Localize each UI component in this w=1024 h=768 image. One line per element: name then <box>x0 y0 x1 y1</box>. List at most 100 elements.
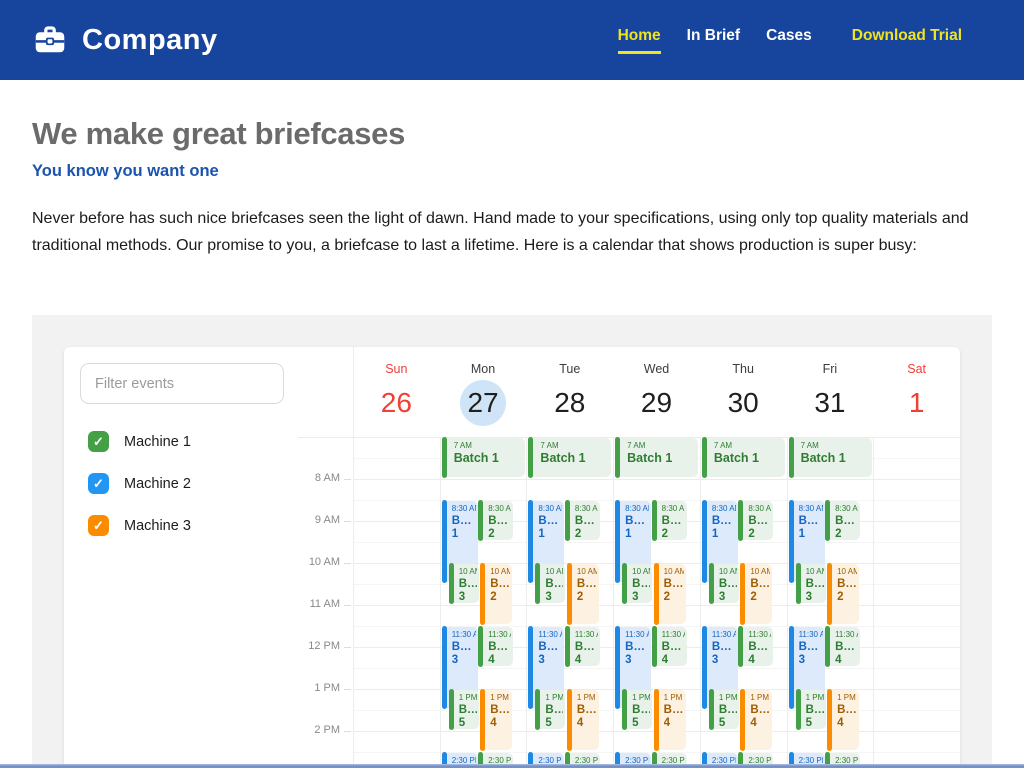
calendar-event[interactable]: 11:30 AMBatch4 <box>652 627 687 666</box>
event-title-word: 4 <box>662 654 685 666</box>
calendar-event[interactable]: 1 PMBatch4 <box>480 690 512 750</box>
day-header-sat[interactable]: Sat1 <box>873 347 960 437</box>
day-header-fri[interactable]: Fri31 <box>787 347 874 437</box>
calendar-event[interactable]: 11:30 AMBatch4 <box>478 627 513 666</box>
event-time: 11:30 AM <box>538 630 562 640</box>
event-time: 10 AM <box>719 567 737 577</box>
day-header-sun[interactable]: Sun26 <box>353 347 440 437</box>
calendar-event[interactable]: 7 AMBatch 1 <box>528 438 611 477</box>
event-time: 8:30 AM <box>575 504 598 514</box>
day-header-thu[interactable]: Thu30 <box>700 347 787 437</box>
event-title: Batch4 <box>750 704 770 730</box>
calendar-event[interactable]: 10 AMBatch3 <box>622 564 652 603</box>
calendar-event[interactable]: 8:30 AMBatch2 <box>652 501 687 540</box>
event-title-word: 5 <box>545 717 563 729</box>
event-title-word: Batch <box>452 515 476 528</box>
event-time: 11:30 AM <box>488 630 511 640</box>
calendar-event[interactable]: 10 AMBatch3 <box>796 564 826 603</box>
calendar-event[interactable]: 1 PMBatch5 <box>535 690 565 729</box>
calendar-event[interactable]: 1 PMBatch4 <box>740 690 772 750</box>
calendar-event[interactable]: 10 AMBatch2 <box>480 564 512 624</box>
calendar-event[interactable]: 11:30 AMBatch4 <box>825 627 860 666</box>
nav-cases[interactable]: Cases <box>766 27 812 54</box>
calendar-event[interactable]: 1 PMBatch5 <box>622 690 652 729</box>
calendar-event[interactable]: 1 PMBatch5 <box>796 690 826 729</box>
event-time: 11:30 AM <box>662 630 685 640</box>
calendar-event[interactable]: 10 AMBatch2 <box>827 564 859 624</box>
machine-1-filter[interactable]: ✓ Machine 1 <box>88 431 191 452</box>
event-title-word: Batch <box>664 704 684 717</box>
event-title-word: 3 <box>799 654 823 667</box>
day-header-tue[interactable]: Tue28 <box>526 347 613 437</box>
day-number-wrap: 31 <box>787 380 874 426</box>
event-title-word: 4 <box>750 717 770 730</box>
event-title: Batch2 <box>750 578 770 604</box>
event-title-word: Batch <box>627 451 662 465</box>
calendar-event[interactable]: 10 AMBatch3 <box>535 564 565 603</box>
calendar-event[interactable]: 10 AMBatch2 <box>654 564 686 624</box>
event-title: Batch4 <box>575 641 598 666</box>
day-header-mon[interactable]: Mon27 <box>440 347 527 437</box>
event-title: Batch5 <box>806 704 824 729</box>
calendar-event[interactable]: 10 AMBatch3 <box>709 564 739 603</box>
event-time: 8:30 AM <box>538 504 562 514</box>
calendar-event[interactable]: 1 PMBatch4 <box>567 690 599 750</box>
logo[interactable]: Company <box>32 22 218 58</box>
event-body: 7 AMBatch 1 <box>801 441 870 477</box>
intro-paragraph: Never before has such nice briefcases se… <box>32 205 984 259</box>
machine-3-filter[interactable]: ✓ Machine 3 <box>88 515 191 536</box>
day-number: 29 <box>633 380 679 426</box>
event-title-word: Batch <box>577 578 597 591</box>
machine-2-checkbox-checked-icon[interactable]: ✓ <box>88 473 109 494</box>
event-title: Batch3 <box>632 578 650 603</box>
event-time: 7 AM <box>540 441 609 451</box>
event-time: 11:30 AM <box>625 630 649 640</box>
nav-home[interactable]: Home <box>618 27 661 54</box>
event-title: Batch2 <box>664 578 684 604</box>
event-title-word: 2 <box>664 591 684 604</box>
event-title: Batch3 <box>538 641 562 667</box>
calendar-event[interactable]: 8:30 AMBatch2 <box>565 501 600 540</box>
calendar-event[interactable]: 1 PMBatch4 <box>654 690 686 750</box>
calendar-event[interactable]: 7 AMBatch 1 <box>442 438 525 477</box>
day-header-wed[interactable]: Wed29 <box>613 347 700 437</box>
event-body: 7 AMBatch 1 <box>454 441 523 477</box>
nav-in-brief[interactable]: In Brief <box>687 27 740 54</box>
event-time: 11:30 AM <box>575 630 598 640</box>
time-tick <box>344 605 351 606</box>
calendar-event[interactable]: 10 AMBatch2 <box>567 564 599 624</box>
calendar-event[interactable]: 10 AMBatch2 <box>740 564 772 624</box>
calendar-event[interactable]: 8:30 AMBatch2 <box>738 501 773 540</box>
calendar-event[interactable]: 1 PMBatch5 <box>449 690 479 729</box>
event-time: 8:30 AM <box>799 504 823 514</box>
event-title-word: 2 <box>748 528 771 540</box>
machine-1-checkbox-checked-icon[interactable]: ✓ <box>88 431 109 452</box>
event-title-word: 1 <box>799 528 823 541</box>
event-title: Batch4 <box>835 641 858 666</box>
calendar-event[interactable]: 1 PMBatch4 <box>827 690 859 750</box>
day-number: 26 <box>373 380 419 426</box>
weekday-label: Tue <box>526 362 613 376</box>
filter-events-input[interactable] <box>80 363 284 404</box>
machine-3-checkbox-checked-icon[interactable]: ✓ <box>88 515 109 536</box>
calendar-event[interactable]: 10 AMBatch3 <box>449 564 479 603</box>
machine-2-filter[interactable]: ✓ Machine 2 <box>88 473 191 494</box>
event-title: Batch 1 <box>627 452 696 465</box>
calendar-event[interactable]: 7 AMBatch 1 <box>789 438 872 477</box>
calendar-event[interactable]: 7 AMBatch 1 <box>702 438 785 477</box>
event-title-word: 4 <box>575 654 598 666</box>
event-title-word: 2 <box>662 528 685 540</box>
calendar-event[interactable]: 1 PMBatch5 <box>709 690 739 729</box>
calendar-event[interactable]: 8:30 AMBatch2 <box>478 501 513 540</box>
calendar-event[interactable]: 8:30 AMBatch2 <box>825 501 860 540</box>
event-title-word: 4 <box>490 717 510 730</box>
event-title-word: Batch <box>835 515 858 528</box>
event-title: Batch 1 <box>540 452 609 465</box>
event-title-word: Batch <box>490 704 510 717</box>
calendar-event[interactable]: 11:30 AMBatch4 <box>738 627 773 666</box>
calendar-event[interactable]: 7 AMBatch 1 <box>615 438 698 477</box>
nav-download-trial[interactable]: Download Trial <box>852 27 962 54</box>
event-title-word: Batch <box>538 641 562 654</box>
event-title-word: 3 <box>806 591 824 603</box>
calendar-event[interactable]: 11:30 AMBatch4 <box>565 627 600 666</box>
